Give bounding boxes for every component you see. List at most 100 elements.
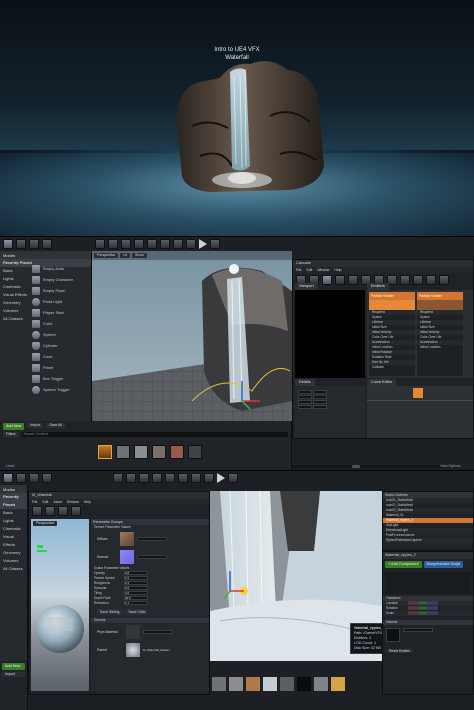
timeline-scrubber[interactable] bbox=[352, 465, 360, 468]
play-button[interactable] bbox=[199, 239, 207, 249]
source-control-button[interactable] bbox=[16, 473, 26, 483]
import-button[interactable]: Import bbox=[2, 672, 25, 677]
asset-thumbnail[interactable] bbox=[297, 677, 311, 691]
play-button[interactable] bbox=[217, 473, 225, 483]
cinematics-button[interactable] bbox=[121, 239, 131, 249]
module-row[interactable]: Initial Location bbox=[417, 345, 463, 350]
status-view-options[interactable]: View Options bbox=[440, 464, 461, 468]
blueprints-button[interactable] bbox=[126, 473, 136, 483]
menu-help[interactable]: Help bbox=[334, 267, 341, 273]
y-field[interactable] bbox=[418, 611, 428, 616]
tab-viewport[interactable]: Viewport bbox=[295, 283, 318, 290]
launch-button[interactable] bbox=[178, 473, 188, 483]
z-field[interactable] bbox=[428, 611, 438, 616]
launch-options-button[interactable] bbox=[228, 473, 238, 483]
place-item[interactable]: Cone bbox=[32, 351, 73, 362]
asset-thumbnail[interactable] bbox=[152, 445, 166, 459]
module-row[interactable]: Collision bbox=[369, 365, 415, 370]
value-field[interactable] bbox=[298, 390, 312, 395]
diffuse-texture-thumbnail[interactable] bbox=[120, 532, 134, 546]
stop-button[interactable] bbox=[186, 239, 196, 249]
place-item[interactable]: Cube bbox=[32, 318, 73, 329]
scalar-value-field[interactable]: 30.0 bbox=[124, 596, 148, 601]
scalar-value-field[interactable]: 1.1 bbox=[124, 601, 148, 606]
value-field[interactable] bbox=[298, 400, 312, 405]
scalar-value-field[interactable]: 1.5 bbox=[124, 576, 148, 581]
place-item[interactable]: Box Trigger bbox=[32, 373, 73, 384]
y-field[interactable] bbox=[418, 601, 428, 606]
place-item[interactable]: Empty Actor bbox=[32, 263, 73, 274]
value-field[interactable] bbox=[298, 405, 312, 410]
params-button[interactable] bbox=[58, 506, 68, 516]
category-item[interactable]: All Classes bbox=[0, 565, 27, 573]
x-field[interactable] bbox=[408, 611, 418, 616]
asset-thumbnail[interactable] bbox=[212, 677, 226, 691]
outliner-item[interactable]: SphereReflectionCapture bbox=[383, 538, 473, 543]
content-search-input[interactable]: Search Content bbox=[21, 432, 288, 437]
material-thumbnail[interactable] bbox=[386, 628, 400, 642]
place-item[interactable]: Sphere Trigger bbox=[32, 384, 73, 395]
marketplace-button[interactable] bbox=[42, 473, 52, 483]
asset-thumbnail[interactable] bbox=[229, 677, 243, 691]
tab-details[interactable]: Details bbox=[295, 379, 315, 386]
settings-button[interactable] bbox=[113, 473, 123, 483]
scalar-value-field[interactable]: 4.0 bbox=[124, 591, 148, 596]
texture-picker[interactable] bbox=[137, 537, 167, 541]
scalar-value-field[interactable]: 0.2 bbox=[124, 581, 148, 586]
menu-help[interactable]: Help bbox=[84, 499, 91, 505]
menu-file[interactable]: File bbox=[296, 267, 301, 273]
cascade-viewport[interactable]: Viewport bbox=[295, 283, 365, 378]
add-new-button[interactable]: Add New bbox=[2, 663, 25, 670]
blueprint-script-button[interactable]: Blueprint/Add Script bbox=[423, 561, 464, 568]
platforms-button[interactable] bbox=[71, 506, 81, 516]
category-item[interactable]: Recently Placed bbox=[0, 493, 27, 509]
place-item[interactable]: Plane bbox=[32, 362, 73, 373]
component-tree[interactable] bbox=[385, 572, 471, 594]
scalar-value-field[interactable]: 0.8 bbox=[124, 571, 148, 576]
z-field[interactable] bbox=[428, 606, 438, 611]
y-field[interactable] bbox=[418, 606, 428, 611]
details-name-field[interactable]: Waterfall_ripples_2 bbox=[383, 552, 473, 559]
stop-button[interactable] bbox=[204, 473, 214, 483]
category-item[interactable]: Lights bbox=[0, 517, 27, 525]
normal-texture-thumbnail[interactable] bbox=[120, 550, 134, 564]
asset-thumbnail[interactable] bbox=[170, 445, 184, 459]
perspective-toggle[interactable]: Perspective bbox=[94, 253, 119, 258]
material-save-button[interactable] bbox=[32, 506, 42, 516]
place-item[interactable]: Point Light bbox=[32, 296, 73, 307]
value-field[interactable] bbox=[312, 395, 327, 400]
x-field[interactable] bbox=[408, 601, 418, 606]
reset-emitter-button[interactable]: Reset Emitter bbox=[386, 649, 414, 653]
cinematics-button[interactable] bbox=[139, 473, 149, 483]
menu-asset[interactable]: Asset bbox=[53, 499, 61, 505]
asset-thumbnail[interactable] bbox=[134, 445, 148, 459]
save-all-button[interactable]: Save All bbox=[46, 423, 65, 428]
import-button[interactable]: Import bbox=[27, 423, 44, 428]
save-child-button[interactable]: Save Child bbox=[125, 609, 149, 615]
compile-button[interactable] bbox=[165, 473, 175, 483]
level-viewport[interactable]: Perspective Lit Show bbox=[92, 251, 292, 421]
menu-edit[interactable]: Edit bbox=[42, 499, 48, 505]
parent-value[interactable]: M_Waterfall_Master bbox=[143, 648, 170, 652]
origin-axis-button[interactable] bbox=[400, 275, 410, 285]
menu-window[interactable]: Window bbox=[67, 499, 79, 505]
asset-thumbnail[interactable] bbox=[116, 445, 130, 459]
place-item[interactable]: Empty Character bbox=[32, 274, 73, 285]
value-field[interactable] bbox=[312, 405, 327, 410]
content-button[interactable] bbox=[29, 473, 39, 483]
pause-button[interactable] bbox=[191, 473, 201, 483]
settings-button[interactable] bbox=[95, 239, 105, 249]
value-field[interactable] bbox=[312, 390, 327, 395]
asset-thumbnail[interactable] bbox=[98, 445, 112, 459]
source-control-button[interactable] bbox=[16, 239, 26, 249]
menu-window[interactable]: Window bbox=[317, 267, 329, 273]
undo-button[interactable] bbox=[348, 275, 358, 285]
asset-thumbnail[interactable] bbox=[314, 677, 328, 691]
scalar-value-field[interactable]: 0.5 bbox=[124, 586, 148, 591]
asset-thumbnail[interactable] bbox=[188, 445, 202, 459]
marketplace-button[interactable] bbox=[42, 239, 52, 249]
asset-thumbnail[interactable] bbox=[263, 677, 277, 691]
place-item[interactable]: Player Start bbox=[32, 307, 73, 318]
lowest-lod-button[interactable] bbox=[439, 275, 449, 285]
launch-button[interactable] bbox=[160, 239, 170, 249]
